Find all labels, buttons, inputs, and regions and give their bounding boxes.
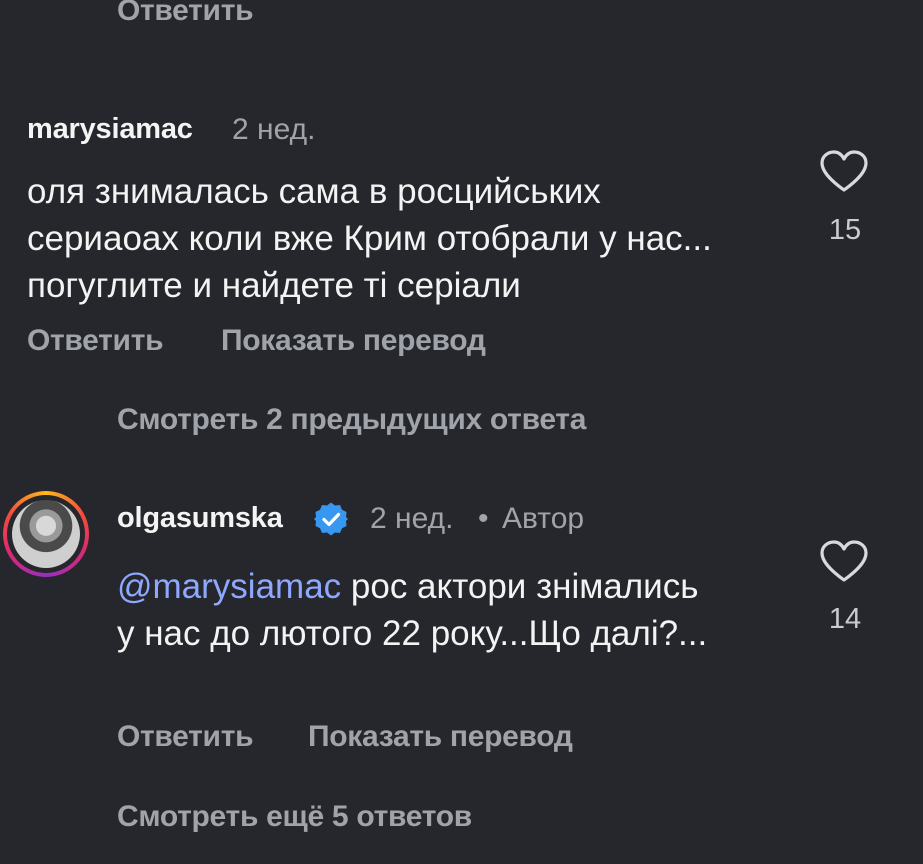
comment-timestamp: 2 нед. bbox=[232, 113, 316, 146]
comment-text: оля знималась сама в росцийських сериаоа… bbox=[27, 172, 712, 305]
comment-timestamp: 2 нед. bbox=[370, 502, 454, 535]
show-translation-button[interactable]: Показать перевод bbox=[221, 324, 486, 358]
view-previous-replies-button[interactable]: Смотреть 2 предыдущих ответа bbox=[117, 403, 586, 437]
comment-username[interactable]: marysiamac bbox=[27, 113, 193, 146]
avatar-ring-gap bbox=[7, 495, 85, 573]
heart-icon[interactable] bbox=[820, 540, 868, 589]
like-count: 14 bbox=[828, 603, 862, 635]
reply-button-top[interactable]: Ответить bbox=[117, 0, 254, 28]
verified-badge-icon bbox=[313, 501, 349, 542]
meta-separator: • bbox=[478, 502, 489, 535]
comment-username[interactable]: olgasumska bbox=[117, 502, 283, 535]
comment-text: @marysiamac рос актори знімались у нас д… bbox=[117, 563, 717, 657]
reply-button[interactable]: Ответить bbox=[117, 720, 254, 754]
view-more-replies-button[interactable]: Смотреть ещё 5 ответов bbox=[117, 800, 472, 834]
avatar[interactable] bbox=[3, 491, 89, 577]
comments-thread: Ответить marysiamac 2 нед. оля знималась… bbox=[0, 0, 923, 864]
heart-icon[interactable] bbox=[820, 150, 868, 199]
mention-link[interactable]: @marysiamac bbox=[117, 567, 341, 606]
reply-button[interactable]: Ответить bbox=[27, 324, 164, 358]
show-translation-button[interactable]: Показать перевод bbox=[308, 720, 573, 754]
author-label: Автор bbox=[502, 502, 585, 535]
like-count: 15 bbox=[828, 214, 862, 246]
avatar-photo bbox=[12, 500, 80, 568]
